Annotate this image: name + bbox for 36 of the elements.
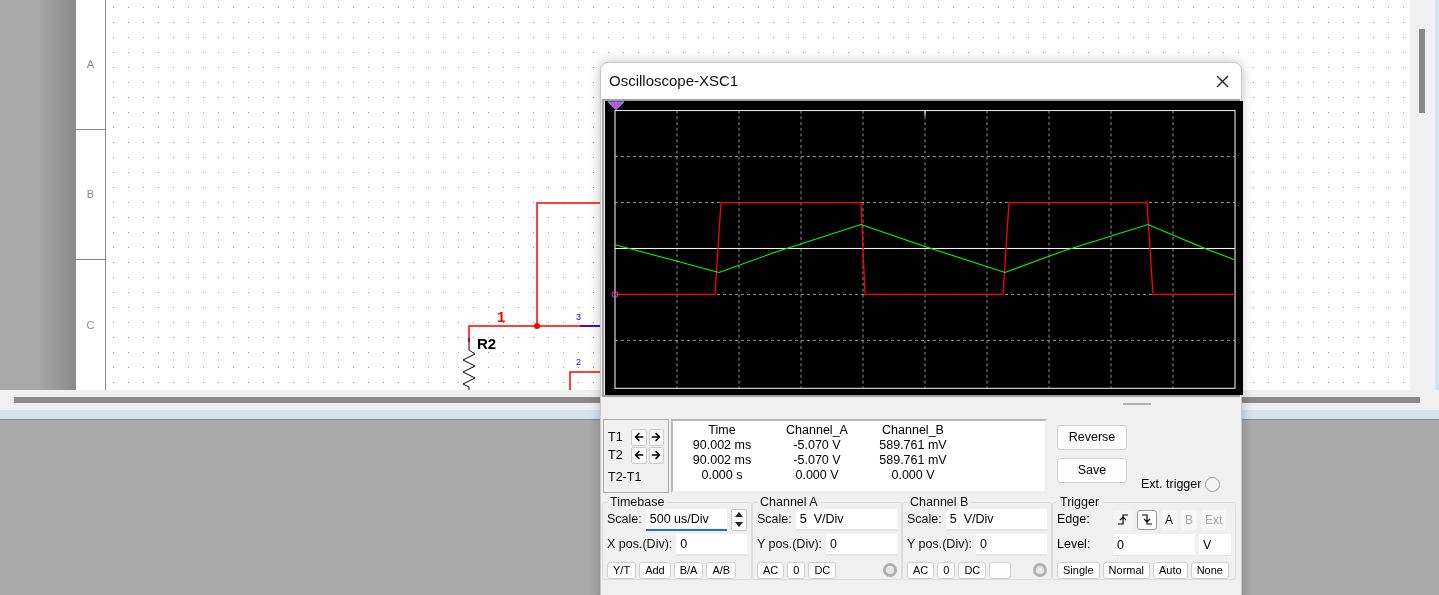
sheet-row-label: A bbox=[86, 57, 95, 73]
column-header: Time bbox=[707, 423, 737, 438]
table-cell-text: 90.002 ms bbox=[691, 453, 753, 468]
column-header: Channel_B bbox=[881, 423, 945, 438]
group-title: Timebase bbox=[609, 495, 666, 509]
table-cell-text: 589.761 mV bbox=[878, 438, 948, 453]
node-label: 1 bbox=[497, 308, 506, 325]
table-cell-text: 589.761 mV bbox=[878, 453, 948, 468]
cursor-label: T2 bbox=[608, 446, 624, 464]
ext-trigger-label: Ext. trigger bbox=[1141, 476, 1202, 493]
field-label: Level: bbox=[1057, 536, 1092, 554]
pin-label: 2 bbox=[576, 357, 581, 367]
table-cell-text: -5.070 V bbox=[792, 438, 842, 453]
cursor-diff-label: T2-T1 bbox=[608, 469, 643, 486]
field-label: Scale: bbox=[907, 511, 942, 529]
group-title: Channel A bbox=[759, 495, 819, 509]
group-title: Channel B bbox=[909, 495, 970, 509]
table-cell-text: 0.000 V bbox=[794, 468, 840, 483]
sheet-row-label: C bbox=[86, 317, 95, 333]
cursor-label: T1 bbox=[608, 428, 624, 446]
field-label: Edge: bbox=[1057, 511, 1091, 529]
field-label: X pos.(Div): bbox=[607, 536, 673, 554]
table-cell-text: 0.000 s bbox=[700, 468, 744, 483]
component-label: R2 bbox=[477, 335, 497, 352]
table-cell-text: 0.000 V bbox=[890, 468, 936, 483]
column-header: Channel_A bbox=[785, 423, 849, 438]
field-label: Scale: bbox=[607, 511, 642, 529]
field-label: Y pos.(Div): bbox=[907, 536, 973, 554]
table-cell-text: -5.070 V bbox=[792, 453, 842, 468]
table-cell-text: 90.002 ms bbox=[691, 438, 753, 453]
window-title: Oscilloscope-XSC1 bbox=[609, 70, 739, 91]
sheet-row-label: B bbox=[86, 187, 95, 203]
field-label: Y pos.(Div): bbox=[757, 536, 823, 554]
group-title: Trigger bbox=[1059, 495, 1101, 509]
field-label: Scale: bbox=[757, 511, 792, 529]
pin-label: 3 bbox=[576, 312, 581, 322]
